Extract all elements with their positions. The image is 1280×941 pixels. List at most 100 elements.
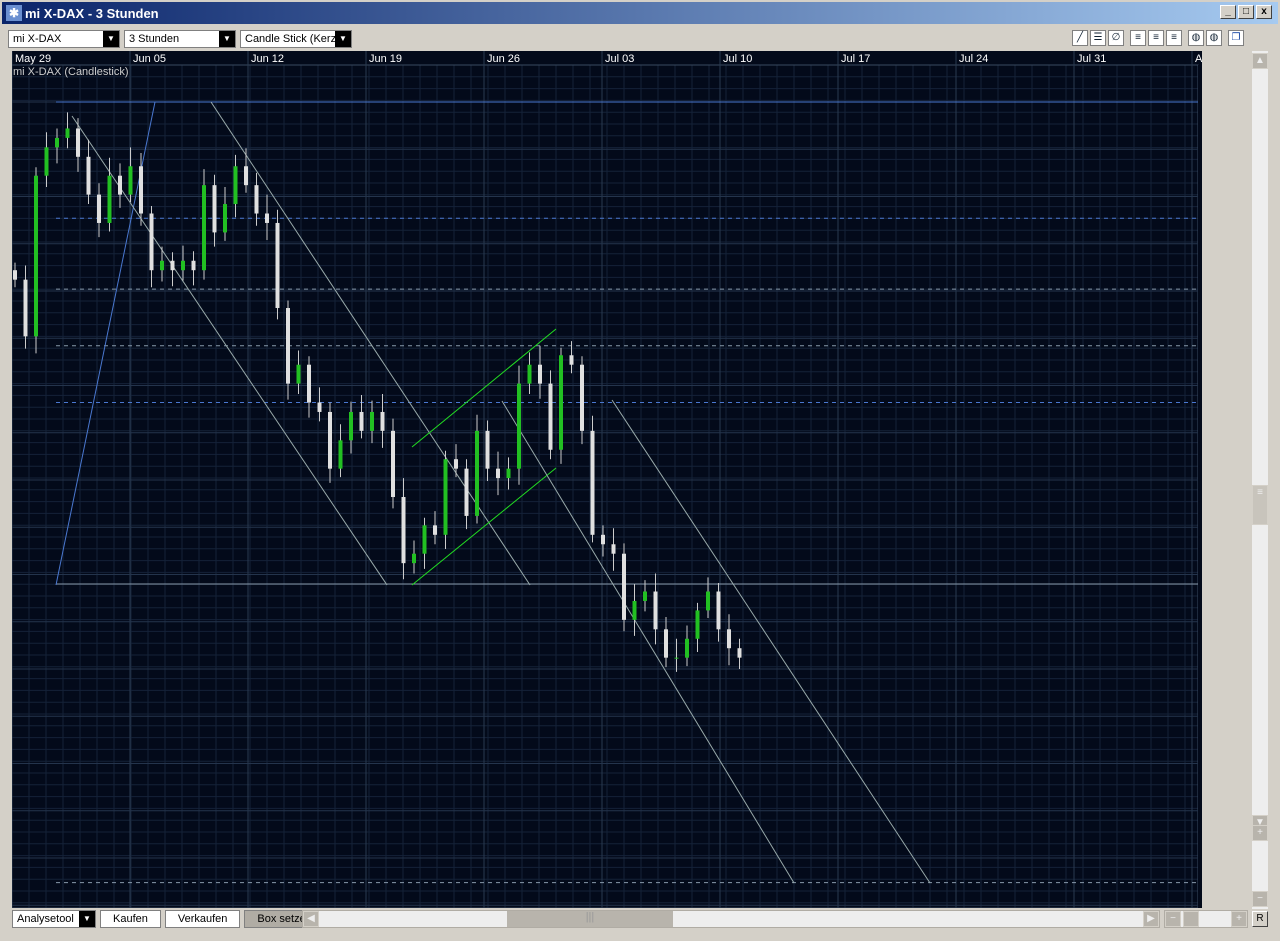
- lines-1-icon[interactable]: ≡: [1130, 30, 1146, 46]
- candle-body: [212, 185, 217, 233]
- window-copy-icon[interactable]: ❐: [1228, 30, 1244, 46]
- candle-body: [97, 194, 101, 223]
- scroll-up-button[interactable]: ▲: [1252, 53, 1268, 69]
- buy-button[interactable]: Kaufen: [100, 910, 161, 928]
- maximize-button[interactable]: □: [1238, 5, 1254, 19]
- candle-body: [685, 638, 689, 658]
- candle-body: [475, 430, 479, 516]
- date-tick-label: Jul 03: [605, 53, 634, 65]
- settings-2-icon[interactable]: ◍: [1206, 30, 1222, 46]
- date-tick-label: Jul 24: [959, 53, 988, 65]
- date-tick-label: Jul 10: [723, 53, 752, 65]
- candle-body: [307, 364, 311, 403]
- scroll-thumb[interactable]: ≡: [1252, 485, 1268, 525]
- candle-body: [202, 185, 206, 271]
- title-bar: ✱ mi X-DAX - 3 Stunden _ □ x: [0, 0, 1280, 24]
- settings-1-icon[interactable]: ◍: [1188, 30, 1204, 46]
- candle-body: [275, 222, 280, 309]
- app-icon: ✱: [6, 5, 22, 21]
- candle-body: [538, 364, 542, 384]
- candle-body: [653, 591, 658, 630]
- candle-body: [454, 459, 458, 469]
- chevron-down-icon[interactable]: ▼: [103, 31, 119, 47]
- candle-body: [149, 213, 154, 271]
- scroll-left-button[interactable]: ◀: [303, 911, 319, 927]
- date-tick-label: Jul 17: [841, 53, 870, 65]
- zoom-out-button[interactable]: −: [1252, 891, 1268, 907]
- candle-body: [506, 468, 511, 479]
- candle-body: [160, 260, 164, 271]
- date-tick-label: Jul 31: [1077, 53, 1106, 65]
- interval-select[interactable]: 3 Stunden ▼: [124, 30, 236, 48]
- lines-3-icon[interactable]: ≡: [1166, 30, 1182, 46]
- candle-body: [391, 430, 395, 498]
- candle-body: [296, 364, 301, 384]
- analysis-tool-value: Analysetool: [17, 913, 74, 925]
- candle-body: [107, 175, 112, 223]
- candle-body: [128, 166, 133, 195]
- candle-body: [412, 553, 416, 564]
- candle-body: [433, 525, 437, 535]
- zoom-slider[interactable]: − +: [1164, 910, 1248, 928]
- drawing-tools: ╱ ☰ ∅ ≡ ≡ ≡ ◍ ◍ ❐: [1072, 30, 1244, 46]
- candle-body: [643, 591, 647, 601]
- candle-body: [286, 308, 290, 384]
- chart-type-select[interactable]: Candle Stick (Kerze ▼: [240, 30, 352, 48]
- candle-body: [569, 355, 574, 365]
- candle-body: [674, 657, 679, 659]
- candle-body: [359, 411, 364, 431]
- date-tick-label: Jun 26: [487, 53, 520, 65]
- date-tick-label: Jun 05: [133, 53, 166, 65]
- candle-body: [44, 147, 49, 176]
- chart-label: mi X-DAX (Candlestick): [13, 66, 129, 78]
- candle-body: [496, 468, 500, 479]
- zoom-thumb[interactable]: [1183, 911, 1199, 927]
- candle-body: [265, 213, 269, 223]
- candle-body: [590, 430, 595, 535]
- minimize-button[interactable]: _: [1220, 5, 1236, 19]
- date-tick-label: Jun 19: [369, 53, 402, 65]
- candle-body: [254, 185, 259, 214]
- candle-body: [370, 411, 374, 431]
- toolbar: mi X-DAX ▼ 3 Stunden ▼ Candle Stick (Kerze…: [8, 28, 1248, 50]
- instrument-select[interactable]: mi X-DAX ▼: [8, 30, 120, 48]
- candle-body: [580, 364, 584, 431]
- window-title: mi X-DAX - 3 Stunden: [25, 5, 159, 21]
- candle-body: [737, 648, 742, 658]
- zoom-in-button[interactable]: +: [1252, 825, 1268, 841]
- zoom-minus-button[interactable]: −: [1165, 911, 1181, 927]
- candle-body: [727, 629, 731, 649]
- candle-body: [349, 411, 353, 441]
- candle-body: [716, 591, 721, 630]
- lines-2-icon[interactable]: ≡: [1148, 30, 1164, 46]
- close-button[interactable]: x: [1256, 5, 1272, 19]
- chevron-down-icon[interactable]: ▼: [219, 31, 235, 47]
- analysis-tool-select[interactable]: Analysetool ▼: [12, 910, 96, 928]
- chevron-down-icon[interactable]: ▼: [335, 31, 351, 47]
- date-tick-label: May 29: [15, 53, 51, 65]
- scroll-right-button[interactable]: ▶: [1143, 911, 1159, 927]
- candle-body: [170, 260, 175, 271]
- candle-body: [422, 525, 427, 554]
- channel-icon[interactable]: ☰: [1090, 30, 1106, 46]
- reset-button[interactable]: R: [1252, 911, 1268, 927]
- candle-body: [13, 270, 17, 280]
- chart-area[interactable]: May 29 Jun 05 Jun 12 Jun 19 Jun 26 Jul 03 Jul …: [11, 51, 1239, 912]
- candle-body: [401, 497, 406, 564]
- vertical-scrollbar[interactable]: ▲ ≡ ▼ + −: [1252, 51, 1268, 909]
- trendline-icon[interactable]: ╱: [1072, 30, 1088, 46]
- zoom-plus-button[interactable]: +: [1231, 911, 1247, 927]
- circle-line-icon[interactable]: ∅: [1108, 30, 1124, 46]
- date-tick-label: Jun 12: [251, 53, 284, 65]
- candle-body: [55, 137, 59, 148]
- date-tick-label: A: [1195, 53, 1202, 65]
- candle-body: [191, 260, 196, 271]
- scroll-thumb[interactable]: |||: [507, 911, 673, 927]
- candle-body: [338, 440, 343, 469]
- candle-body: [233, 166, 238, 205]
- chevron-down-icon[interactable]: ▼: [79, 911, 95, 927]
- candle-body: [223, 204, 227, 233]
- sell-button[interactable]: Verkaufen: [164, 910, 241, 928]
- horizontal-scrollbar[interactable]: ◀ ||| ▶: [302, 910, 1160, 928]
- candlestick-chart[interactable]: May 29 Jun 05 Jun 12 Jun 19 Jun 26 Jul 03 Jul …: [11, 51, 1239, 912]
